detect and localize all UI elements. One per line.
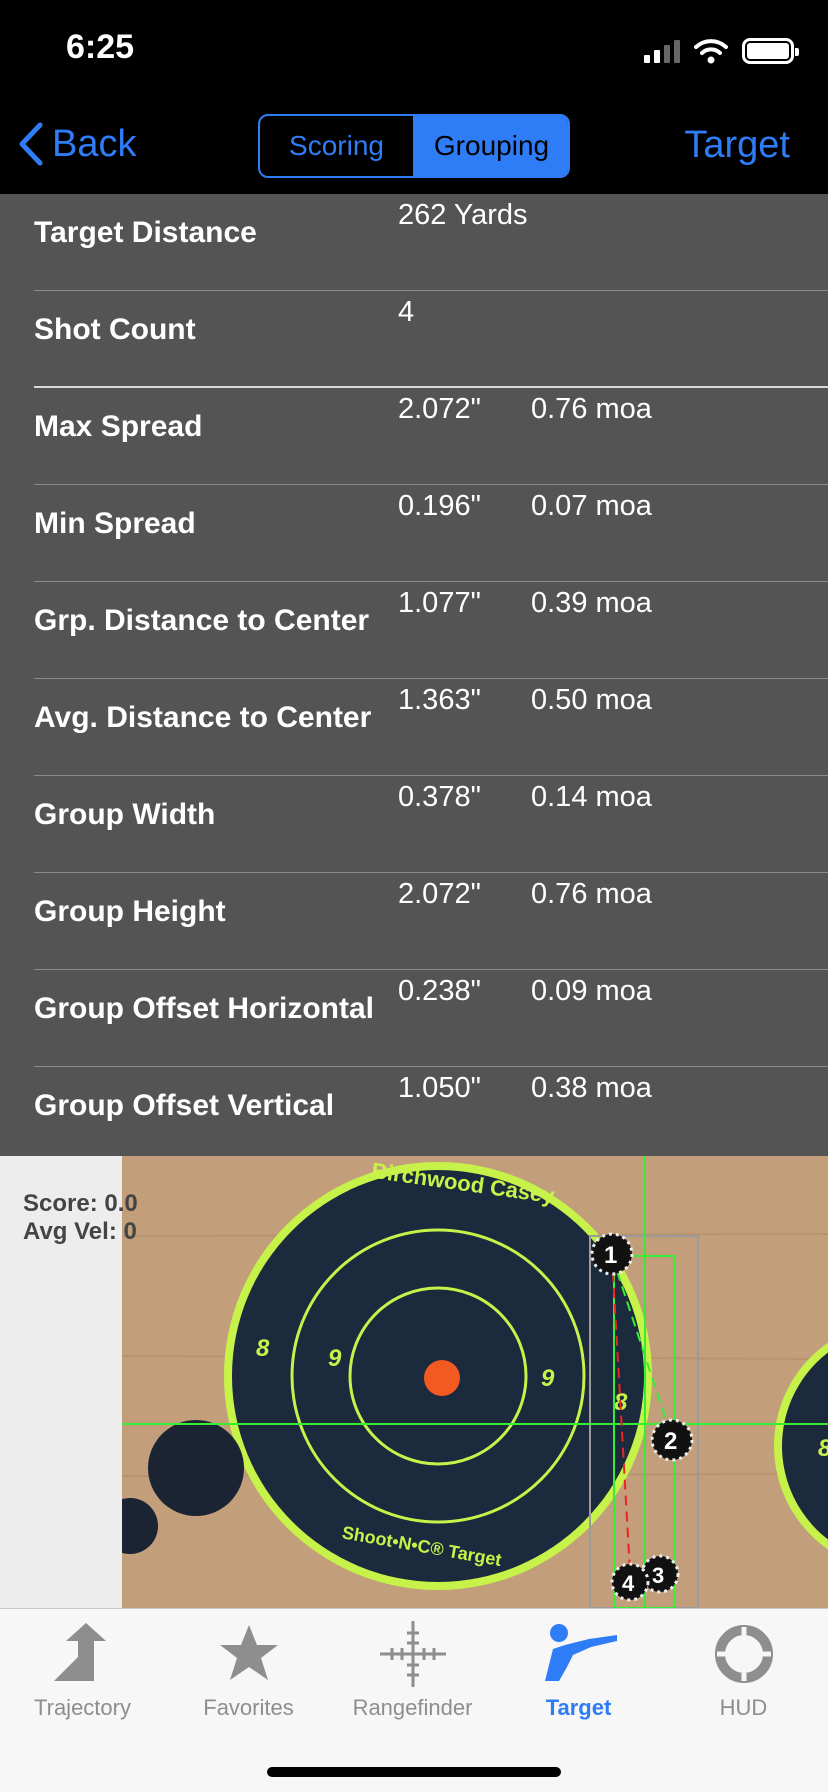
ring-label: 8 [818, 1435, 828, 1462]
stat-moa: 0.50 moa [531, 684, 652, 716]
stat-label: Group Offset Vertical [34, 1089, 335, 1122]
ring-label: 9 [541, 1365, 555, 1392]
tab-bar: Trajectory Favorites Rangefinder Target [0, 1608, 828, 1792]
tab-trajectory[interactable]: Trajectory [0, 1619, 165, 1729]
stat-moa: 0.14 moa [531, 781, 652, 813]
stat-row-group-height: Group Height 2.072" 0.76 moa [0, 873, 828, 970]
stat-row-grp-distance-center: Grp. Distance to Center 1.077" 0.39 moa [0, 582, 828, 679]
stat-moa: 0.76 moa [531, 393, 652, 425]
stat-value: 2.072" [398, 878, 481, 910]
stat-moa: 0.39 moa [531, 587, 652, 619]
stat-value: 4 [398, 296, 415, 328]
tab-label: Favorites [203, 1695, 294, 1720]
stat-label: Grp. Distance to Center [34, 604, 370, 637]
stat-moa: 0.09 moa [531, 975, 652, 1007]
stat-value: 1.050" [398, 1072, 481, 1104]
score-label: Score: 0.0 [23, 1190, 138, 1217]
ring-label: 9 [328, 1345, 342, 1372]
stat-moa: 0.76 moa [531, 878, 652, 910]
chevron-left-icon [19, 122, 43, 166]
stat-label: Avg. Distance to Center [34, 701, 372, 734]
crosshair-icon [379, 1621, 446, 1687]
stat-row-offset-horizontal: Group Offset Horizontal 0.238" 0.09 moa [0, 970, 828, 1067]
wifi-icon [694, 39, 728, 64]
tab-label: Target [545, 1695, 612, 1720]
mode-segmented-control: Scoring Grouping [258, 114, 570, 178]
tab-label: HUD [719, 1695, 768, 1720]
tab-label: Rangefinder [352, 1695, 473, 1720]
home-indicator[interactable] [267, 1767, 561, 1777]
stat-value: 1.363" [398, 684, 481, 716]
stat-value: 0.378" [398, 781, 481, 813]
stat-row-avg-distance-center: Avg. Distance to Center 1.363" 0.50 moa [0, 679, 828, 776]
tab-label: Trajectory [34, 1695, 131, 1720]
stat-value: 0.238" [398, 975, 481, 1007]
svg-text:1: 1 [604, 1242, 617, 1269]
svg-text:3: 3 [652, 1563, 664, 1588]
stat-row-max-spread: Max Spread 2.072" 0.76 moa [0, 388, 828, 485]
grouping-stats-table: Target Distance 262 Yards Shot Count 4 M… [0, 194, 828, 1156]
svg-text:2: 2 [664, 1428, 677, 1455]
stat-row-target-distance: Target Distance 262 Yards [0, 194, 828, 291]
status-time: 6:25 [66, 28, 135, 66]
tab-rangefinder[interactable]: Rangefinder [330, 1619, 495, 1729]
stat-value: 1.077" [398, 587, 481, 619]
status-icons [644, 36, 799, 66]
stat-label: Group Height [34, 895, 226, 928]
stat-label: Group Width [34, 798, 216, 831]
cellular-signal-icon [644, 39, 680, 63]
stat-value: 262 Yards [398, 199, 528, 231]
rifleman-icon [544, 1624, 617, 1681]
shot-marker[interactable]: 4 [610, 1562, 650, 1602]
stat-moa: 0.07 moa [531, 490, 652, 522]
shot-marker[interactable]: 1 [590, 1232, 634, 1276]
star-icon [219, 1625, 278, 1680]
svg-text:4: 4 [622, 1571, 635, 1596]
back-label: Back [52, 122, 137, 165]
target-nav-button[interactable]: Target [684, 124, 790, 167]
stat-label: Max Spread [34, 410, 203, 443]
stat-moa: 0.38 moa [531, 1072, 652, 1104]
hud-ring-icon [714, 1625, 773, 1683]
stat-label: Target Distance [34, 216, 257, 249]
stat-value: 0.196" [398, 490, 481, 522]
avg-velocity-label: Avg Vel: 0 [23, 1218, 137, 1245]
stat-row-min-spread: Min Spread 0.196" 0.07 moa [0, 485, 828, 582]
stat-label: Shot Count [34, 313, 196, 346]
tab-hud[interactable]: HUD [661, 1619, 826, 1729]
segment-scoring[interactable]: Scoring [260, 116, 415, 176]
paster-sticker [148, 1420, 244, 1516]
trajectory-icon [53, 1623, 106, 1681]
stat-row-group-width: Group Width 0.378" 0.14 moa [0, 776, 828, 873]
back-button[interactable]: Back [18, 122, 136, 166]
shot-marker[interactable]: 2 [650, 1418, 694, 1462]
stat-label: Group Offset Horizontal [34, 992, 374, 1025]
score-overlay: Score: 0.0 Avg Vel: 0 [23, 1190, 138, 1246]
battery-icon [742, 38, 799, 64]
tab-favorites[interactable]: Favorites [166, 1619, 331, 1729]
navigation-bar: Back Scoring Grouping Target [0, 100, 828, 194]
tab-target[interactable]: Target [496, 1619, 661, 1729]
stat-label: Min Spread [34, 507, 196, 540]
target-face [224, 1162, 652, 1590]
segment-grouping[interactable]: Grouping [415, 116, 568, 176]
status-bar: 6:25 [0, 0, 828, 100]
ring-label: 8 [256, 1335, 270, 1362]
stat-row-offset-vertical: Group Offset Vertical 1.050" 0.38 moa [0, 1067, 828, 1164]
stat-row-shot-count: Shot Count 4 [0, 291, 828, 388]
target-photo-view[interactable]: Birchwood Casey Shoot•N•C® Target 8 9 9 … [0, 1156, 828, 1608]
stat-value: 2.072" [398, 393, 481, 425]
